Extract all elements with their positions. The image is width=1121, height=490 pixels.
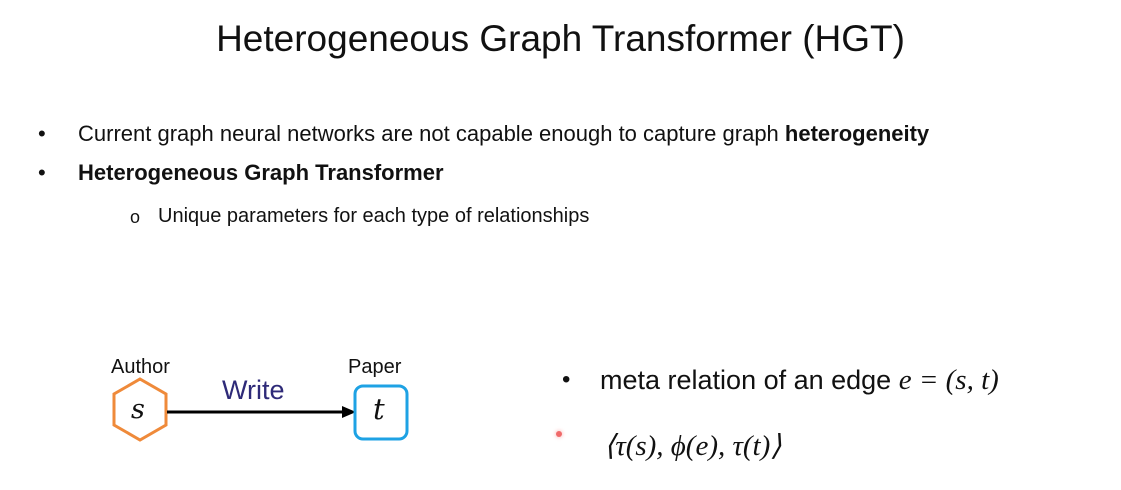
bullet-2: Heterogeneous Graph Transformer <box>78 160 444 185</box>
laser-pointer-dot <box>556 431 562 437</box>
source-symbol: s <box>131 394 145 425</box>
bullet-marker: • <box>38 121 46 146</box>
bullet-marker: • <box>38 160 46 185</box>
edge-equation: e = (s, t) <box>898 364 999 396</box>
meta-text: meta relation of an edge <box>600 365 899 395</box>
bullet-1-bold: heterogeneity <box>784 121 930 146</box>
sub-bullet-1: Unique parameters for each type of relat… <box>158 205 590 227</box>
bullet-1-text: Current graph neural networks are not ca… <box>78 121 785 146</box>
slide-title: Heterogeneous Graph Transformer (HGT) <box>216 18 905 59</box>
sub-bullet-marker: o <box>130 207 141 227</box>
meta-relation-text: meta relation of an edge e = (s, t) <box>600 364 999 397</box>
target-symbol: t <box>373 392 385 426</box>
relation-diagram <box>112 377 409 442</box>
bullet-marker: • <box>562 366 571 393</box>
meta-formula: ⟨τ(s), ϕ(e), τ(t)⟩ <box>604 430 782 462</box>
bullet-1: Current graph neural networks are not ca… <box>78 121 929 147</box>
